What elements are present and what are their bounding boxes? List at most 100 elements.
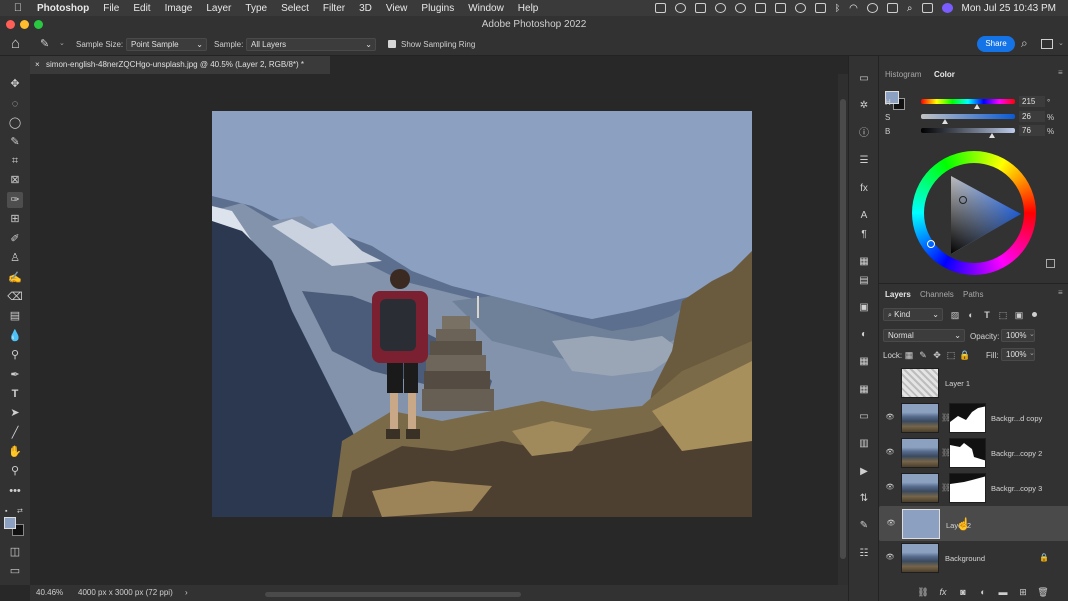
color-triangle[interactable] xyxy=(949,174,1029,260)
screen-mode-icon[interactable]: ▭ xyxy=(7,563,23,579)
eyedropper-tool-icon[interactable]: ✑ xyxy=(7,192,23,208)
blend-mode-select[interactable]: Normal ⌄ xyxy=(883,329,965,342)
tab-paths[interactable]: Paths xyxy=(963,290,983,299)
vertical-scroll-thumb[interactable] xyxy=(840,99,846,559)
saturation-slider[interactable] xyxy=(921,114,1015,119)
filter-pixel-icon[interactable]: ▨ xyxy=(949,309,961,321)
add-mask-icon[interactable]: ◙ xyxy=(957,586,969,598)
menu-filter[interactable]: Filter xyxy=(316,3,352,14)
horizontal-scroll-thumb[interactable] xyxy=(265,592,521,597)
spotlight-search-icon[interactable]: ⌕ xyxy=(907,3,913,14)
siri-icon[interactable] xyxy=(941,3,953,13)
hue-slider-knob[interactable] xyxy=(974,104,981,109)
show-sampling-ring-checkbox[interactable] xyxy=(388,40,396,48)
chevron-down-icon[interactable]: ⌄ xyxy=(1058,39,1064,47)
menu-layer[interactable]: Layer xyxy=(199,3,238,14)
sample-select[interactable]: All Layers ⌄ xyxy=(246,38,376,51)
adjustments-sliders-icon[interactable]: ☰ xyxy=(858,155,870,167)
share-button[interactable]: Share xyxy=(977,36,1015,52)
swatches-icon[interactable]: ▦ xyxy=(858,356,870,368)
eraser-tool-icon[interactable]: ⌫ xyxy=(7,289,23,305)
lasso-tool-icon[interactable]: ◯ xyxy=(7,115,23,131)
menu-view[interactable]: View xyxy=(379,3,415,14)
lock-all-icon[interactable]: 🔒 xyxy=(959,349,971,361)
control-center-icon[interactable] xyxy=(921,3,933,13)
lock-transparent-pixels-icon[interactable]: ▦ xyxy=(903,349,915,361)
creative-cloud-icon[interactable] xyxy=(674,3,686,13)
zoom-level[interactable]: 40.46% xyxy=(36,585,63,601)
menu-window[interactable]: Window xyxy=(461,3,511,14)
foreground-color-swatch[interactable] xyxy=(4,517,16,529)
hand-tool-icon[interactable]: ✋ xyxy=(7,444,23,460)
layer-styles-icon[interactable]: fx xyxy=(937,586,949,598)
default-colors-icon[interactable]: ▪ xyxy=(5,508,7,515)
tab-layers[interactable]: Layers xyxy=(885,290,911,299)
menu-app-name[interactable]: Photoshop xyxy=(30,3,96,14)
type-tool-icon[interactable]: T xyxy=(7,386,23,402)
gradients-icon[interactable]: ▭ xyxy=(858,411,870,423)
brushes-icon[interactable]: ✎ xyxy=(858,520,870,532)
sync-icon[interactable] xyxy=(734,3,746,13)
layer-visibility-toggle[interactable]: 👁 xyxy=(885,553,895,563)
new-layer-icon[interactable]: ⊞ xyxy=(1017,586,1029,598)
menu-edit[interactable]: Edit xyxy=(126,3,157,14)
layer-visibility-toggle[interactable]: 👁 xyxy=(885,413,895,423)
actions-play-icon[interactable]: ▶ xyxy=(858,466,870,478)
color-wheel-hue-picker[interactable] xyxy=(927,240,935,248)
channels-icon[interactable]: ▥ xyxy=(858,438,870,450)
saturation-value-field[interactable]: 26 xyxy=(1019,111,1045,122)
info-icon[interactable]: ⓘ xyxy=(858,128,870,140)
screen-record-icon[interactable] xyxy=(654,3,666,13)
notes-icon[interactable]: ▤ xyxy=(858,275,870,287)
healing-brush-tool-icon[interactable]: ⊞ xyxy=(7,211,23,227)
minimize-window-button[interactable] xyxy=(20,20,29,29)
menu-select[interactable]: Select xyxy=(274,3,316,14)
zoom-tool-icon[interactable]: ⚲ xyxy=(7,463,23,479)
tab-color[interactable]: Color xyxy=(934,70,955,79)
frame-tool-icon[interactable]: ⊠ xyxy=(7,172,23,188)
dodge-tool-icon[interactable]: ⚲ xyxy=(7,347,23,363)
gradient-tool-icon[interactable]: ▤ xyxy=(7,308,23,324)
properties-icon[interactable]: ☷ xyxy=(858,548,870,560)
layer-name[interactable]: Background xyxy=(945,554,985,563)
chevron-down-icon[interactable]: ⌄ xyxy=(1029,330,1035,338)
menu-3d[interactable]: 3D xyxy=(352,3,379,14)
menubar-clock[interactable]: Mon Jul 25 10:43 PM xyxy=(962,3,1057,14)
delete-layer-icon[interactable]: 🗑 xyxy=(1037,586,1049,598)
layer-visibility-toggle[interactable]: 👁 xyxy=(886,519,896,529)
bookmark-icon[interactable] xyxy=(774,3,786,13)
lock-position-icon[interactable]: ✥ xyxy=(931,349,943,361)
chevron-down-icon[interactable]: ⌄ xyxy=(59,39,65,47)
table-icon[interactable]: ▦ xyxy=(858,384,870,396)
filter-type-icon[interactable]: T xyxy=(981,309,993,321)
layer-name[interactable]: Backgr...copy 3 xyxy=(991,484,1042,493)
menu-type[interactable]: Type xyxy=(238,3,274,14)
move-tool-icon[interactable]: ✥ xyxy=(7,76,23,92)
filter-smart-object-icon[interactable]: ▣ xyxy=(1013,309,1025,321)
battery-icon[interactable] xyxy=(886,3,898,13)
menu-file[interactable]: File xyxy=(96,3,126,14)
pen-tool-icon[interactable]: ✒ xyxy=(7,367,23,383)
filter-adjustment-icon[interactable]: ◐ xyxy=(965,309,977,321)
marquee-tool-icon[interactable]: ◌ xyxy=(7,96,23,112)
layer-row-layer-2[interactable]: 👁 Layer 2 ☝ xyxy=(879,506,1068,541)
hue-slider[interactable] xyxy=(921,99,1015,104)
link-layers-icon[interactable]: ⛓ xyxy=(917,586,929,598)
menu-help[interactable]: Help xyxy=(511,3,546,14)
search-icon[interactable]: ⌕ xyxy=(1021,36,1028,51)
layer-row-background[interactable]: 👁 Background 🔒 xyxy=(879,541,1068,576)
paragraph-icon[interactable]: ¶ xyxy=(858,229,870,241)
home-icon[interactable]: ⌂ xyxy=(11,35,20,52)
layer-name[interactable]: Layer 1 xyxy=(945,379,970,388)
crop-tool-icon[interactable]: ⌗ xyxy=(7,153,23,169)
libraries-icon[interactable]: ▦ xyxy=(858,256,870,268)
history-brush-tool-icon[interactable]: ✍ xyxy=(7,270,23,286)
expand-panel-icon[interactable] xyxy=(1046,259,1055,268)
layer-visibility-toggle[interactable] xyxy=(885,378,895,388)
control-center-app-icon[interactable] xyxy=(814,3,826,13)
wifi-icon[interactable]: ◠ xyxy=(849,3,858,14)
chevron-down-icon[interactable]: ⌄ xyxy=(1029,349,1035,357)
airplay-icon[interactable] xyxy=(754,3,766,13)
document-tab[interactable]: × simon-english-48nerZQCHgo-unsplash.jpg… xyxy=(30,56,330,74)
filter-shape-icon[interactable]: ⬚ xyxy=(997,309,1009,321)
